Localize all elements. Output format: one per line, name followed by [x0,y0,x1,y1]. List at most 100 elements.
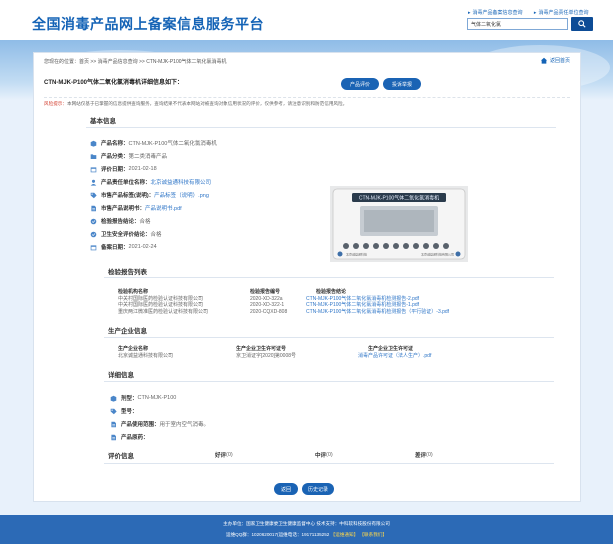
enterprise-title: 生产企业信息 [108,328,147,335]
search-icon [578,20,586,28]
document-icon [111,421,116,427]
evaluation-label: 差评 [415,453,427,459]
footer-qq: 运维QQ群：1020620017(运维电话：19171135252 [225,532,330,537]
field-label: 检验报告结论： [101,219,140,225]
table-header: 检验报告结论 [316,289,347,295]
field-label: 型号： [121,409,138,415]
risk-notice-text: 本网站仅基于已掌握的信息提供查询服务，查询结果不代表本网站对被查询对象信用状况的… [66,101,348,106]
page-title: CTN-MJK-P100气体二氧化氯消毒机详细信息如下： [44,80,184,86]
table-cell: 中关村国际医药检验认证科技有限公司 [118,302,204,309]
back-button[interactable]: 返回 [274,483,298,495]
evaluation-negative[interactable]: 差评 (0) [415,451,433,459]
device-panel-title: CTN-MJK-P100气体二氧化氯消毒机 [359,195,439,202]
reports-column-number: 检验报告编号 2020-XD-322a 2020-XD-322-1 2020-C… [250,289,287,315]
folder-icon [90,153,97,159]
field-value: 合格 [139,219,151,225]
device-right-caption: 北京诚益通科技有限公司 [421,252,454,257]
table-cell: 北京诚益通科技有限公司 [118,353,174,360]
evaluation-count: (0) [226,452,233,458]
complaint-report-button[interactable]: 投诉举报 [383,78,421,90]
field-usage-scope: 产品使用范围： 用于室内空气消毒。 [110,420,209,428]
site-header: 全国消毒产品网上备案信息服务平台 消毒产品备案信息查询 消毒产品责任单位查询 [0,0,613,40]
field-value: CTN-MJK-P100 [137,395,177,401]
reports-column-institution: 检验机构名称 中关村国际医药检验认证科技有限公司 中关村国际医药检验认证科技有限… [118,289,208,315]
footer-sponsor: 主办单位：国家卫生健康委卫生健康监督中心 技术支持：中科软科技股份有限公司 [223,521,390,526]
detail-card: 您现在的位置：首页 >> 消毒产品信息查询 >> CTN-MJK-P100气体二… [33,52,581,502]
history-button[interactable]: 历史记录 [302,483,334,495]
check-icon [90,218,97,224]
user-icon [90,179,97,186]
license-file-link[interactable]: 消毒产品许可证（法人生产）.pdf [358,353,431,359]
box-icon [90,140,97,147]
field-filing-date: 备案日期： 2021-02-24 [90,243,157,251]
footer-contact-link[interactable]: 【联系我们】 [359,532,387,537]
field-label: 产品分类： [101,154,129,160]
field-value: 2021-02-18 [128,166,157,172]
tag-icon [90,192,97,198]
evaluation-neutral[interactable]: 中评 (0) [315,451,333,459]
breadcrumb: 您现在的位置：首页 >> 消毒产品信息查询 >> CTN-MJK-P100气体二… [44,59,227,65]
field-label: 剂型： [121,396,138,402]
field-product-category: 产品分类： 第二类消毒产品 [90,152,167,160]
field-product-label: 市售产品标签(说明)： 产品标签（说明）.png [90,191,209,199]
risk-notice: 风险提示：本网站仅基于已掌握的信息提供查询服务，查询结果不代表本网站对被查询对象… [44,97,570,107]
field-responsible-unit: 产品责任单位名称： 北京诚益通科技有限公司 [90,178,211,186]
product-evaluate-button[interactable]: 产品评价 [341,78,379,90]
section-divider [104,277,554,278]
evaluation-positive[interactable]: 好评 (0) [215,451,233,459]
footer-contact: 运维QQ群：1020620017(运维电话：19171135252 【运维通知】… [0,532,613,538]
report-file-link[interactable]: CTN-MJK-P100气体二氧化氯消毒机检测报告（平行验证）-3.pdf [306,309,449,315]
product-label-file-link[interactable]: 产品标签（说明）.png [154,191,209,199]
footer-ops-notice-link[interactable]: 【运维通知】 [331,532,359,537]
field-value: 用于室内空气消毒。 [159,422,210,428]
search-button[interactable] [571,17,593,31]
search-input[interactable] [467,18,568,30]
enterprise-column-license-no: 生产企业卫生许可证号 京卫消证字[2020]第0008号 [236,346,296,359]
top-links: 消毒产品备案信息查询 消毒产品责任单位查询 [468,9,598,16]
product-image: CTN-MJK-P100气体二氧化氯消毒机 北京诚益通科技 北京诚益通科技有限公… [330,186,468,262]
basic-info-title: 基本信息 [90,118,116,125]
top-link-company-query[interactable]: 消毒产品责任单位查询 [534,10,589,16]
table-header: 生产企业名称 [118,346,149,352]
table-header: 生产企业卫生许可证号 [236,346,287,352]
back-home-link[interactable]: 返回首页 [540,57,570,64]
field-raw-material: 产品原药： [110,433,149,441]
check-icon [90,231,97,237]
top-link-product-query[interactable]: 消毒产品备案信息查询 [468,10,523,16]
field-value: 合格 [150,232,162,238]
product-manual-file-link[interactable]: 产品说明书.pdf [145,204,182,212]
evaluation-count: (0) [326,452,333,458]
home-icon [540,57,548,64]
field-dosage-form: 剂型： CTN-MJK-P100 [110,394,176,402]
site-title: 全国消毒产品网上备案信息服务平台 [32,16,264,32]
evaluation-label: 好评 [215,453,227,459]
field-label: 产品原药： [121,435,149,441]
field-label: 卫生安全评价结论： [101,232,151,238]
reports-column-conclusion: 检验报告结论 CTN-MJK-P100气体二氧化氯消毒机检测报告-2.pdf C… [306,289,449,315]
table-cell: 2020-CQXD-808 [250,308,288,315]
field-value: 2021-02-24 [128,244,157,250]
back-home-label: 返回首页 [549,58,570,64]
tag-icon [110,408,117,414]
field-value: 第二类消毒产品 [128,154,168,160]
document-icon [111,434,116,440]
section-divider [104,381,554,382]
evaluation-label: 中评 [315,453,327,459]
box-icon [110,395,117,402]
section-divider [104,463,554,464]
field-product-name: 产品名称： CTN-MJK-P100气体二氧化氯消毒机 [90,139,217,147]
field-evaluation-date: 评价日期： 2021-02-18 [90,165,157,173]
risk-notice-label: 风险提示： [44,101,67,106]
field-safety-conclusion: 卫生安全评价结论： 合格 [90,230,162,238]
enterprise-column-name: 生产企业名称 北京诚益通科技有限公司 [118,346,173,359]
table-cell: 重庆两江微准医药检验认证科技有限公司 [118,308,209,315]
responsible-unit-link[interactable]: 北京诚益通科技有限公司 [151,178,212,186]
field-label: 产品名称： [101,141,129,147]
field-test-conclusion: 检验报告结论： 合格 [90,217,151,225]
field-label: 产品责任单位名称： [101,180,151,186]
field-label: 市售产品标签(说明)： [101,193,155,199]
details-title: 详细信息 [108,372,134,379]
section-divider [104,337,554,338]
field-value: CTN-MJK-P100气体二氧化氯消毒机 [128,141,217,147]
reports-title: 检验报告列表 [108,269,147,276]
